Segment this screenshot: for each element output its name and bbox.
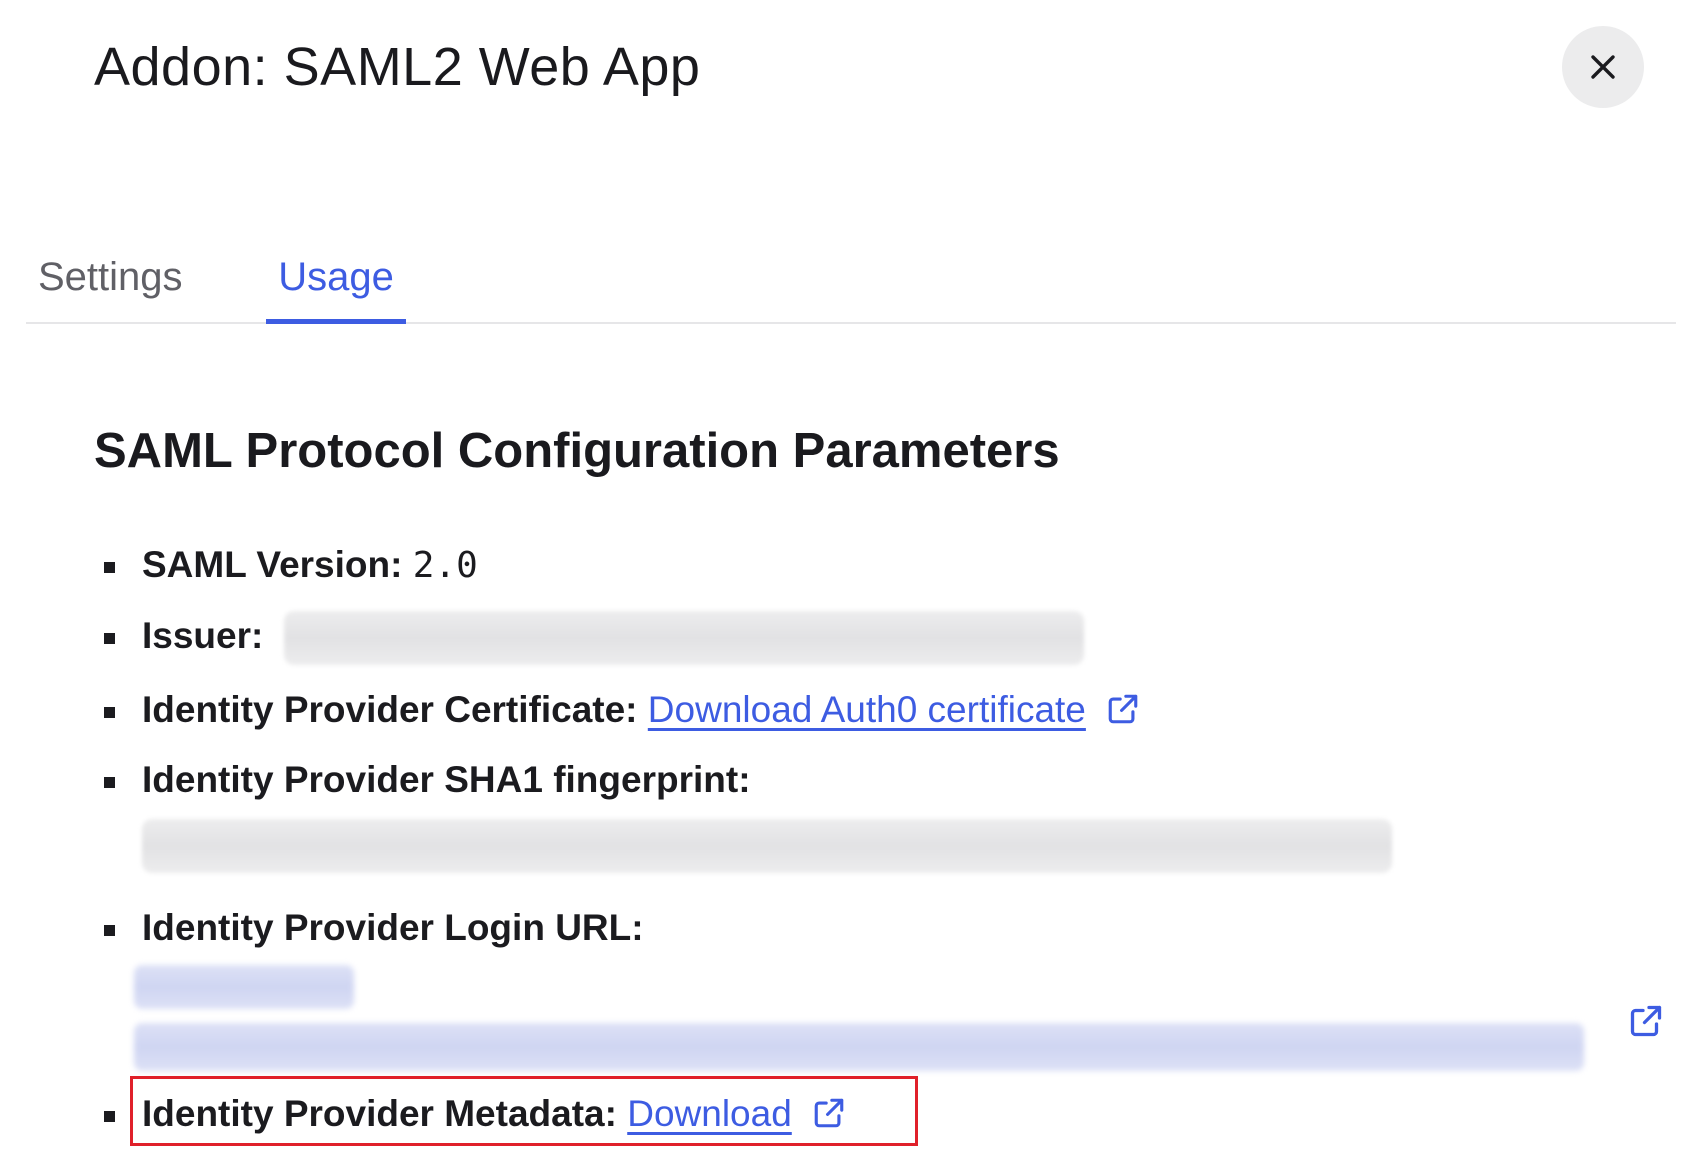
redacted-url-line [134, 1023, 1584, 1072]
parameter-list: SAML Version: 2.0 Issuer: Identity Provi… [94, 540, 1662, 1139]
param-label: Identity Provider SHA1 fingerprint: [142, 759, 751, 801]
section-heading: SAML Protocol Configuration Parameters [94, 424, 1060, 478]
external-link-icon[interactable] [1628, 1003, 1664, 1039]
redacted-issuer-value [283, 611, 1084, 666]
highlight-box [130, 1076, 918, 1146]
param-label: SAML Version: [142, 544, 403, 585]
external-link-icon[interactable] [1106, 692, 1140, 726]
modal-title: Addon: SAML2 Web App [94, 37, 701, 97]
param-certificate: Identity Provider Certificate: Download … [94, 685, 1654, 735]
param-label: Issuer: [142, 615, 264, 656]
param-sha1-fingerprint: Identity Provider SHA1 fingerprint: [94, 755, 1654, 874]
tab-settings[interactable]: Settings [38, 232, 183, 322]
saml-version-value: 2.0 [412, 545, 478, 586]
param-saml-version: SAML Version: 2.0 [94, 540, 1654, 591]
param-label: Identity Provider Certificate: [142, 689, 638, 731]
tab-usage[interactable]: Usage [266, 232, 406, 324]
redacted-sha1-value [142, 819, 1392, 874]
redacted-url-line [134, 965, 354, 1010]
close-icon [1591, 55, 1615, 79]
tab-bar: Settings Usage [26, 220, 1676, 324]
download-certificate-link[interactable]: Download Auth0 certificate [648, 689, 1086, 730]
link-text: Download Auth0 certificate [647, 689, 1086, 731]
close-button[interactable] [1562, 26, 1644, 108]
param-login-url: Identity Provider Login URL: [94, 903, 1662, 1077]
login-url-link[interactable] [134, 965, 1700, 1077]
param-issuer: Issuer: [94, 611, 1654, 666]
param-label: Identity Provider Login URL: [142, 907, 644, 949]
